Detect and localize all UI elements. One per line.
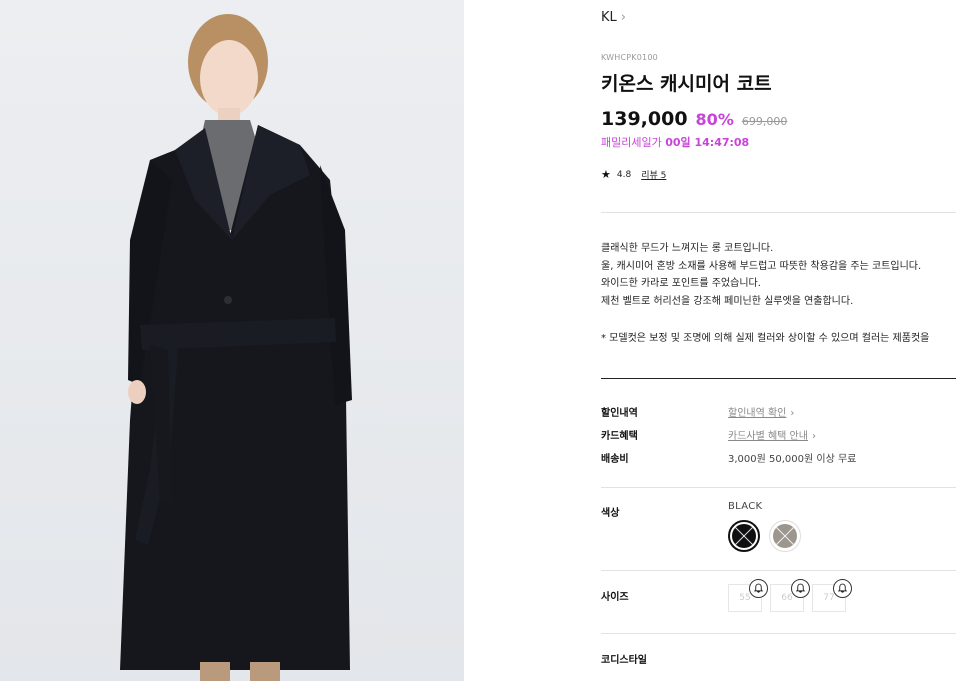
price-row: 139,000 80% 699,000 (601, 108, 787, 130)
color-swatch-black[interactable] (728, 520, 760, 552)
restock-alert-bell-icon[interactable] (833, 579, 852, 598)
discount-details-label: 할인내역 (601, 408, 638, 419)
coat-model-image (0, 0, 464, 681)
card-benefit-link-text[interactable]: 카드사별 혜택 안내 (728, 431, 808, 442)
product-code: KWHCPK0100 (601, 53, 658, 62)
chevron-right-icon: › (620, 10, 626, 25)
sale-timer: 00일 14:47:08 (665, 136, 750, 149)
size-option-label: 사이즈 (601, 592, 629, 603)
discount-details-row: 할인내역 할인내역 확인 › (601, 404, 794, 419)
product-info-panel: KL › KWHCPK0100 키온스 캐시미어 코트 139,000 80% … (601, 0, 956, 681)
color-swatch-gray[interactable] (769, 520, 801, 552)
brand-breadcrumb[interactable]: KL › (601, 10, 626, 25)
star-icon: ★ (601, 168, 611, 181)
description-note: * 모델컷은 보정 및 조명에 의해 실제 컬러와 상이할 수 있으며 컬러는 … (601, 333, 930, 344)
shipping-row: 배송비 3,000원 50,000원 이상 무료 (601, 450, 856, 465)
discount-details-link-text[interactable]: 할인내역 확인 (728, 408, 786, 419)
restock-alert-bell-icon[interactable] (791, 579, 810, 598)
divider (601, 212, 956, 213)
card-benefit-link[interactable]: 카드사별 혜택 안내 › (728, 427, 816, 442)
restock-alert-bell-icon[interactable] (749, 579, 768, 598)
description-line: 울, 캐시미어 혼방 소재를 사용해 부드럽고 따뜻한 착용감을 주는 코트입니… (601, 260, 922, 272)
divider (601, 633, 956, 634)
card-benefit-label: 카드혜택 (601, 431, 638, 442)
sale-price: 139,000 (601, 108, 688, 130)
chevron-right-icon: › (790, 408, 795, 419)
shipping-value: 3,000원 50,000원 이상 무료 (728, 454, 857, 465)
rating-value: 4.8 (616, 169, 632, 180)
family-sale-row: 패밀리세일가 00일 14:47:08 (601, 134, 749, 150)
discount-rate: 80% (695, 110, 734, 129)
swatch-color (732, 524, 756, 548)
description-line: 와이드한 카라로 포인트를 주었습니다. (601, 278, 761, 290)
sale-label: 패밀리세일가 (601, 136, 662, 149)
color-option-label: 색상 (601, 508, 620, 519)
divider (601, 487, 956, 488)
discount-details-link[interactable]: 할인내역 확인 › (728, 404, 794, 419)
product-title: 키온스 캐시미어 코트 (601, 73, 772, 95)
swatch-color (773, 524, 797, 548)
review-link[interactable]: 리뷰 5 (641, 168, 666, 181)
chevron-right-icon: › (811, 431, 816, 442)
description-line: 제천 벨트로 허리선을 강조해 페미닌한 실루엣을 연출합니다. (601, 295, 854, 307)
shipping-label: 배송비 (601, 454, 629, 465)
rating-row: ★ 4.8 리뷰 5 (601, 168, 666, 181)
card-benefit-row: 카드혜택 카드사별 혜택 안내 › (601, 427, 816, 442)
divider (601, 378, 956, 379)
original-price: 699,000 (741, 115, 788, 128)
selected-color-name: BLACK (728, 501, 763, 512)
brand-name[interactable]: KL (601, 10, 617, 25)
coordi-style-label: 코디스타일 (601, 655, 647, 666)
divider (601, 570, 956, 571)
product-image (0, 0, 464, 681)
product-description: 클래식한 무드가 느껴지는 롱 코트입니다. 울, 캐시미어 혼방 소재를 사용… (601, 240, 956, 310)
description-line: 클래식한 무드가 느껴지는 롱 코트입니다. (601, 243, 774, 254)
